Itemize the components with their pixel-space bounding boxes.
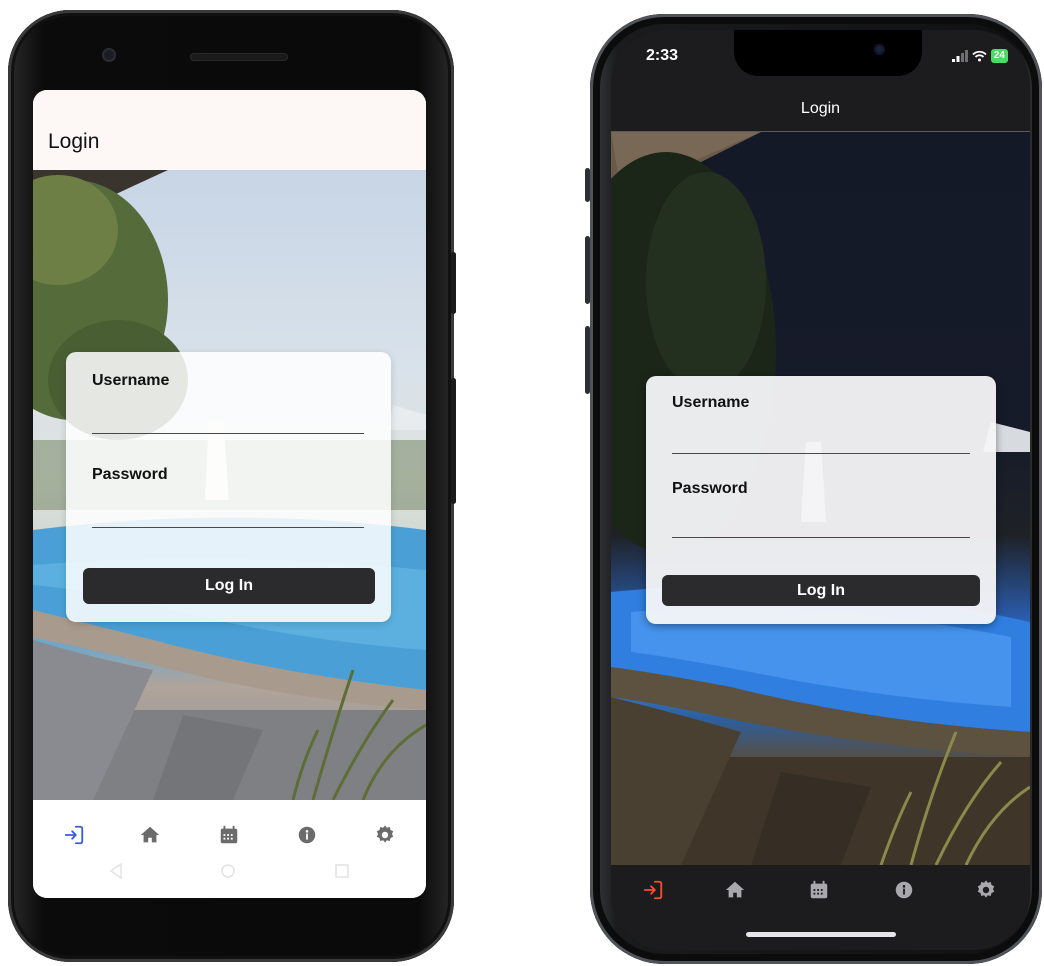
power-button <box>451 378 456 504</box>
password-input[interactable] <box>672 510 970 538</box>
recents-nav-icon[interactable] <box>335 864 349 878</box>
login-card: Username Password Log In <box>646 376 996 624</box>
info-icon[interactable] <box>893 879 915 901</box>
signal-icon <box>951 50 968 62</box>
calendar-icon[interactable] <box>218 824 240 846</box>
wifi-icon <box>972 50 987 62</box>
login-button[interactable]: Log In <box>83 568 375 604</box>
bottom-tab-bar <box>611 865 1030 950</box>
battery-level: 24 <box>990 49 1008 63</box>
back-nav-icon[interactable] <box>109 863 123 879</box>
username-label: Username <box>92 372 170 389</box>
android-screen: Login Username Password Log In <box>33 90 426 898</box>
bottom-tab-bar <box>33 800 426 898</box>
home-icon[interactable] <box>139 824 161 846</box>
mute-switch <box>585 168 590 202</box>
volume-down-button <box>585 326 590 394</box>
login-button[interactable]: Log In <box>662 575 980 606</box>
home-nav-icon[interactable] <box>221 864 235 878</box>
username-input[interactable] <box>672 426 970 454</box>
calendar-icon[interactable] <box>808 879 830 901</box>
volume-up-button <box>585 236 590 304</box>
front-camera-icon <box>102 48 116 62</box>
notch <box>734 30 922 76</box>
status-time: 2:33 <box>646 47 679 64</box>
login-icon[interactable] <box>642 879 664 901</box>
home-indicator[interactable] <box>746 932 896 937</box>
password-label: Password <box>92 466 168 483</box>
app-header: Login <box>33 90 426 170</box>
settings-icon[interactable] <box>975 879 997 901</box>
earpiece-speaker <box>190 53 288 61</box>
home-icon[interactable] <box>724 879 746 901</box>
info-icon[interactable] <box>296 824 318 846</box>
page-title: Login <box>800 100 841 117</box>
status-indicators: 24 <box>951 49 1008 63</box>
login-card: Username Password Log In <box>66 352 391 622</box>
front-camera-icon <box>874 44 885 55</box>
password-label: Password <box>672 480 748 497</box>
username-input[interactable] <box>92 406 364 434</box>
background-photo: Username Password Log In <box>611 132 1030 865</box>
password-input[interactable] <box>92 500 364 528</box>
page-title: Login <box>48 130 100 153</box>
background-photo: Username Password Log In <box>33 170 426 800</box>
settings-icon[interactable] <box>374 824 396 846</box>
iphone-screen: 2:33 24 Login Username Password Log In <box>611 30 1030 950</box>
username-label: Username <box>672 394 750 411</box>
login-icon[interactable] <box>63 824 85 846</box>
volume-button <box>451 252 456 314</box>
